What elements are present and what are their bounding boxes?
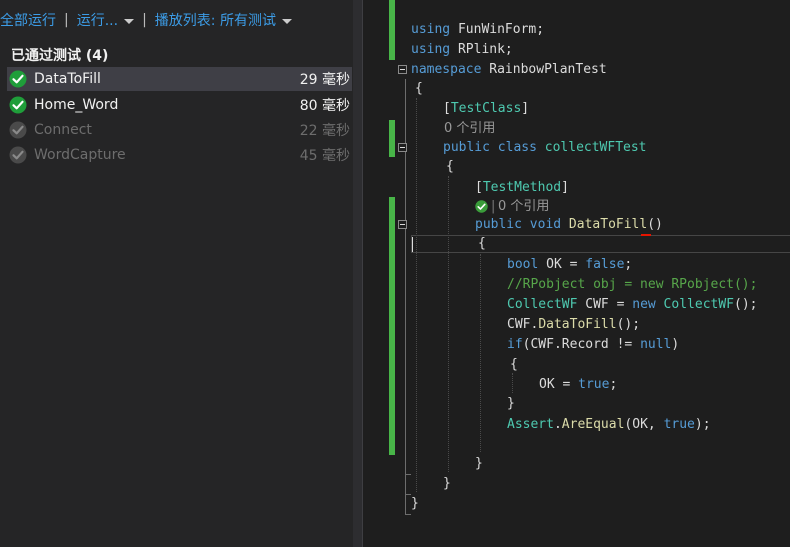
code-line: namespace RainbowPlanTest [411, 62, 607, 77]
code-line: using FunWinForm; [411, 22, 545, 37]
code-line: { [415, 81, 423, 96]
test-duration: 22 毫秒 [299, 123, 350, 139]
test-row-home-word[interactable]: Home_Word 80 毫秒 [7, 93, 352, 117]
test-toolbar: 全部运行 | 运行... | 播放列表: 所有测试 [0, 8, 292, 32]
code-line: CWF.DataToFill(); [507, 317, 641, 332]
indent-guide [512, 373, 514, 393]
change-margin-mark [389, 0, 395, 60]
code-line: CollectWF CWF = new CollectWF(); [507, 297, 758, 312]
code-line: if(CWF.Record != null) [507, 337, 680, 352]
collapse-namespace-icon[interactable] [398, 65, 407, 74]
test-row-connect[interactable]: Connect 22 毫秒 [7, 118, 352, 142]
test-row-wordcapture[interactable]: WordCapture 45 毫秒 [7, 143, 352, 167]
test-duration: 80 毫秒 [299, 98, 350, 114]
test-explorer-panel: 全部运行 | 运行... | 播放列表: 所有测试 已通过测试 (4) Data… [0, 0, 353, 547]
change-margin-mark [389, 120, 395, 157]
code-line: [TestMethod] [475, 180, 569, 195]
passed-check-icon [9, 96, 27, 114]
change-margin-mark [389, 197, 395, 455]
code-line: { [510, 357, 518, 372]
collapse-method-icon[interactable] [398, 220, 407, 229]
codelens-separator: | [491, 199, 496, 214]
test-name: Home_Word [34, 97, 119, 113]
code-line: } [411, 496, 419, 511]
test-name: DataToFill [34, 71, 101, 87]
current-line-highlight [411, 235, 790, 253]
code-line: { [478, 236, 486, 251]
toolbar-separator: | [142, 12, 147, 28]
indent-guide [448, 176, 450, 472]
passed-check-icon [9, 146, 27, 164]
test-name: WordCapture [34, 147, 126, 163]
code-line: //RPobject obj = new RPobject(); [507, 277, 758, 292]
code-line: { [446, 159, 454, 174]
collapse-class-icon[interactable] [398, 143, 407, 152]
test-passed-icon[interactable] [475, 200, 488, 213]
indent-guide [416, 98, 418, 492]
run-dropdown[interactable]: 运行... [76, 10, 135, 30]
chevron-down-icon [124, 18, 135, 24]
code-line: [TestClass] [443, 101, 530, 116]
test-duration: 29 毫秒 [299, 72, 350, 88]
outline-end [405, 514, 411, 515]
code-line: public class collectWFTest [443, 140, 647, 155]
test-row-datatofill[interactable]: DataToFill 29 毫秒 [7, 67, 352, 91]
code-line: using RPlink; [411, 42, 513, 57]
code-line: Assert.AreEqual(OK, true); [507, 417, 711, 432]
chevron-down-icon [281, 18, 292, 24]
panel-splitter[interactable] [353, 0, 362, 547]
passed-check-icon [9, 121, 27, 139]
passed-tests-group-header[interactable]: 已通过测试 (4) [11, 45, 108, 65]
test-duration: 45 毫秒 [299, 148, 350, 164]
run-all-label: 全部运行 [0, 13, 56, 29]
run-label: 运行... [76, 13, 119, 29]
playlist-dropdown[interactable]: 播放列表: 所有测试 [155, 10, 292, 30]
code-line: } [443, 476, 451, 491]
code-line: OK = true; [539, 377, 618, 392]
error-squiggle [641, 234, 651, 236]
codelens-references[interactable]: 0 个引用 [444, 119, 495, 139]
toolbar-separator: | [64, 12, 69, 28]
run-all-link[interactable]: 全部运行 [0, 10, 56, 30]
playlist-label: 播放列表: 所有测试 [154, 13, 276, 29]
outline-end [405, 474, 411, 475]
text-caret [412, 237, 413, 252]
code-editor[interactable]: using FunWinForm; using RPlink; namespac… [363, 0, 790, 547]
passed-check-icon [9, 70, 27, 88]
code-line: bool OK = false; [507, 257, 633, 272]
code-line: public void DataToFill() [475, 217, 663, 232]
code-line: } [507, 396, 515, 411]
test-name: Connect [34, 122, 92, 138]
code-line: } [475, 456, 483, 471]
codelens-references[interactable]: 0 个引用 [498, 197, 549, 217]
indent-guide [480, 254, 482, 452]
